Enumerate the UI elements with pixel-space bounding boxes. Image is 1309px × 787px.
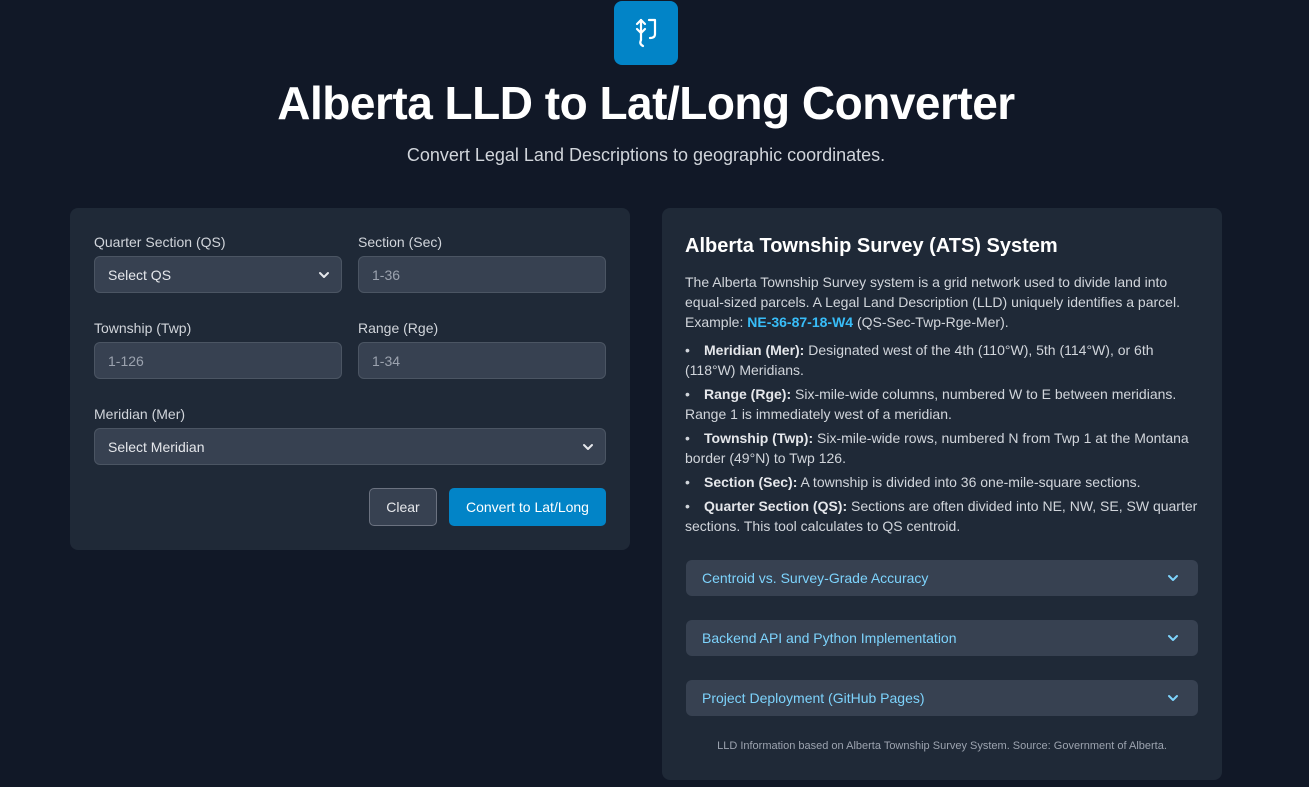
accordion-label: Centroid vs. Survey-Grade Accuracy [702, 570, 929, 586]
item-term: Township (Twp): [704, 430, 814, 446]
page-subtitle: Convert Legal Land Descriptions to geogr… [406, 145, 886, 165]
twp-input[interactable]: 1-126 [94, 342, 342, 379]
ats-info-panel: Alberta Township Survey (ATS) System The… [662, 208, 1222, 780]
item-term: Quarter Section (QS): [704, 498, 848, 514]
item-text: A township is divided into 36 one-mile-s… [797, 474, 1141, 490]
accordion-centroid-accuracy[interactable]: Centroid vs. Survey-Grade Accuracy [686, 560, 1198, 596]
ats-definitions-list: • Meridian (Mer): Designated west of the … [685, 340, 1200, 536]
qs-label: Quarter Section (QS) [94, 234, 226, 250]
page-title: Alberta LLD to Lat/Long Converter [277, 77, 1015, 129]
convert-button[interactable]: Convert to Lat/Long [449, 488, 606, 526]
qs-select-value: Select QS [108, 266, 172, 283]
sec-input[interactable]: 1-36 [358, 256, 606, 293]
item-term: Range (Rge): [704, 386, 792, 402]
example-suffix: (QS-Sec-Twp-Rge-Mer). [853, 314, 1009, 330]
list-item: • Quarter Section (QS): Sections are ofte… [685, 498, 1198, 534]
info-title: Alberta Township Survey (ATS) System [685, 235, 1058, 257]
list-item: • Township (Twp): Six-mile-wide rows, num… [685, 430, 1189, 466]
accordion-deployment[interactable]: Project Deployment (GitHub Pages) [686, 680, 1198, 716]
chevron-down-icon [1168, 635, 1178, 641]
info-intro: The Alberta Township Survey system is a … [685, 272, 1200, 332]
item-term: Meridian (Mer): [704, 342, 805, 358]
item-term: Section (Sec): [704, 474, 798, 490]
chevron-down-icon [1168, 695, 1178, 701]
rge-input[interactable]: 1-34 [358, 342, 606, 379]
converter-form: Quarter Section (QS) Select QS Section (… [70, 208, 630, 550]
accordion-label: Backend API and Python Implementation [702, 630, 957, 646]
mer-label: Meridian (Mer) [94, 406, 186, 422]
twp-label: Township (Twp) [94, 320, 192, 336]
mer-select-value: Select Meridian [108, 438, 205, 455]
logo-icon [614, 1, 678, 65]
list-item: • Range (Rge): Six-mile-wide columns, num… [685, 386, 1177, 422]
mer-select[interactable]: Select Meridian [94, 428, 606, 465]
clear-button[interactable]: Clear [369, 488, 437, 526]
chevron-down-icon [1168, 575, 1178, 581]
accordion-label: Project Deployment (GitHub Pages) [702, 690, 925, 706]
list-item: • Section (Sec): A township is divided in… [685, 474, 1141, 490]
example-lld: NE-36-87-18-W4 [747, 314, 854, 330]
rge-label: Range (Rge) [358, 320, 439, 336]
source-footnote: LLD Information based on Alberta Townshi… [717, 740, 1167, 752]
list-item: • Meridian (Mer): Designated west of the … [685, 342, 1154, 378]
info-body: The Alberta Township Survey system is a … [685, 272, 1200, 540]
accordion-backend-api[interactable]: Backend API and Python Implementation [686, 620, 1198, 656]
chevron-down-icon [583, 444, 593, 450]
chevron-down-icon [319, 272, 329, 278]
sec-label: Section (Sec) [358, 234, 443, 250]
qs-select[interactable]: Select QS [94, 256, 342, 293]
